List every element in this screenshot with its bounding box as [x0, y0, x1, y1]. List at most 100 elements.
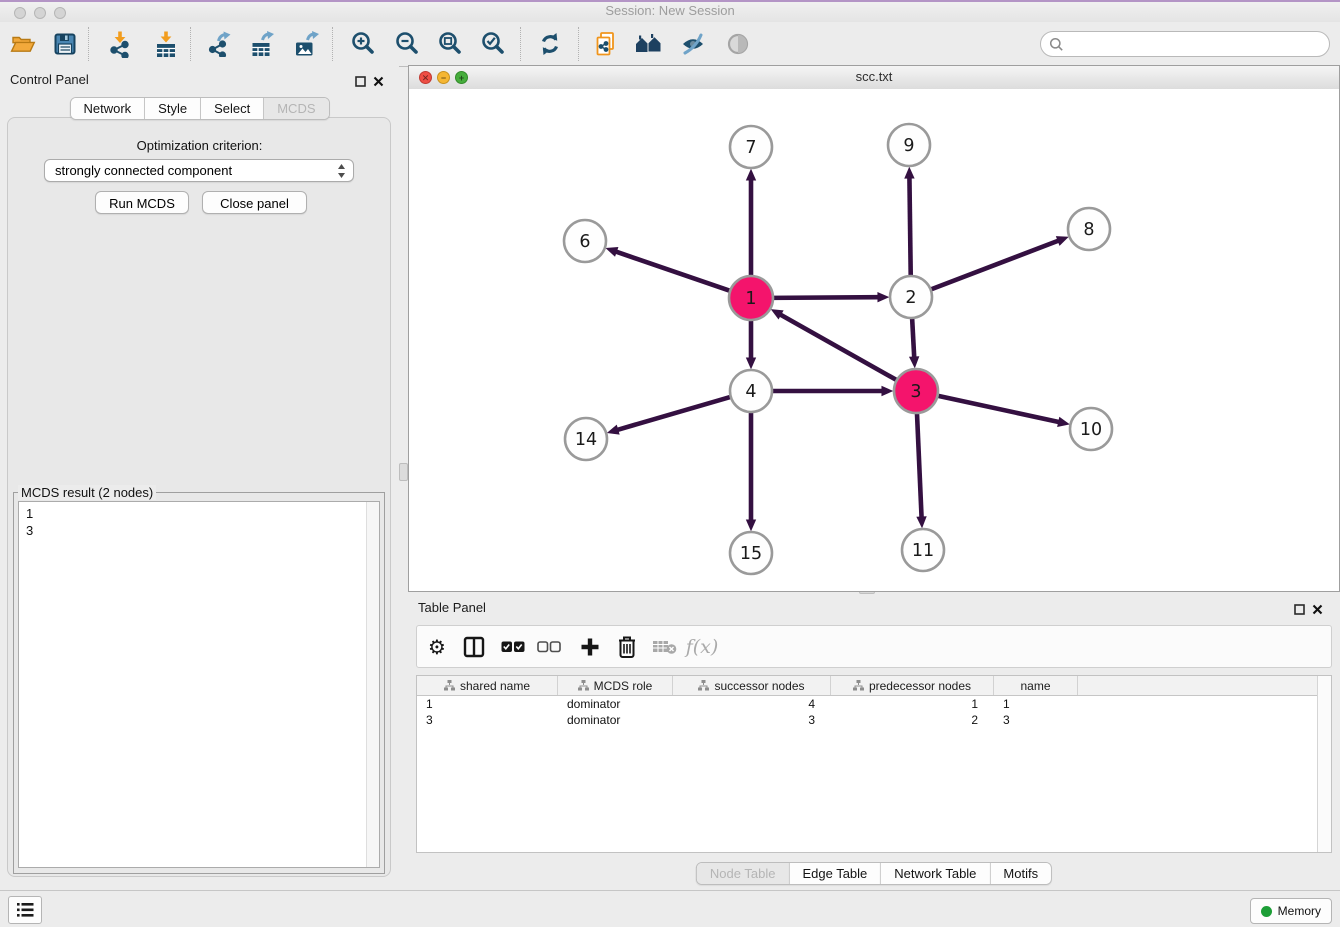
tab-mcds[interactable]: MCDS: [264, 98, 328, 119]
table-settings-button[interactable]: ⚙: [423, 626, 451, 667]
tab-node-table[interactable]: Node Table: [697, 863, 790, 884]
unselect-all-button[interactable]: [535, 626, 563, 667]
toolbar-separator: [88, 27, 89, 61]
toolbar-search: [1040, 31, 1330, 57]
edge-1-6[interactable]: [616, 252, 731, 291]
tab-motifs[interactable]: Motifs: [990, 863, 1051, 884]
edge-3-11[interactable]: [917, 412, 922, 517]
zoom-fit-button[interactable]: [436, 30, 464, 58]
window-close-icon[interactable]: [14, 7, 26, 19]
bird-view-eye-icon: [725, 31, 751, 57]
network-close-icon[interactable]: ✕: [419, 71, 432, 84]
column-header-name[interactable]: name: [994, 676, 1078, 695]
delete-row-button[interactable]: [613, 626, 641, 667]
export-image-icon: [293, 31, 319, 57]
task-history-button[interactable]: [8, 896, 42, 924]
window-zoom-icon[interactable]: [54, 7, 66, 19]
edge-3-10[interactable]: [937, 395, 1059, 422]
criterion-select[interactable]: strongly connected component: [44, 159, 354, 182]
run-mcds-button[interactable]: Run MCDS: [95, 191, 189, 214]
duplicate-network-button[interactable]: [592, 30, 620, 58]
node-table: shared nameMCDS rolesuccessor nodesprede…: [416, 675, 1332, 853]
refresh-icon: [537, 31, 563, 57]
column-header-predecessor-nodes[interactable]: predecessor nodes: [831, 676, 994, 695]
network-minimize-icon[interactable]: −: [437, 71, 450, 84]
zoom-selected-button[interactable]: [479, 30, 507, 58]
network-maximize-icon[interactable]: +: [455, 71, 468, 84]
table-scrollbar[interactable]: [1317, 676, 1331, 852]
duplicate-network-icon: [593, 31, 619, 57]
close-table-panel-icon[interactable]: [1312, 602, 1326, 614]
function-builder-button[interactable]: f(x): [688, 626, 716, 667]
network-graph: 7968124314101511: [409, 89, 1339, 591]
tab-network-table[interactable]: Network Table: [881, 863, 990, 884]
hide-graphics-details-button[interactable]: [679, 30, 707, 58]
zoom-in-button[interactable]: [349, 30, 377, 58]
node-label-1: 1: [745, 289, 756, 309]
mcds-result-scrollbar[interactable]: [366, 502, 379, 867]
select-all-button[interactable]: [499, 626, 527, 667]
column-header-successor-nodes[interactable]: successor nodes: [673, 676, 831, 695]
network-canvas[interactable]: 7968124314101511: [409, 89, 1339, 591]
node-label-14: 14: [575, 430, 597, 450]
tab-select[interactable]: Select: [201, 98, 264, 119]
refresh-view-button[interactable]: [536, 30, 564, 58]
edge-1-2[interactable]: [772, 297, 878, 298]
mcds-result-box[interactable]: 13: [18, 501, 380, 868]
table-cell: 4: [673, 696, 831, 712]
add-row-button[interactable]: [576, 626, 604, 667]
search-input[interactable]: [1068, 36, 1329, 53]
memory-label: Memory: [1278, 904, 1321, 918]
tab-edge-table[interactable]: Edge Table: [789, 863, 881, 884]
import-table-button[interactable]: [152, 30, 180, 58]
close-panel-icon[interactable]: [373, 74, 387, 86]
float-table-panel-icon[interactable]: [1294, 602, 1308, 614]
home-button[interactable]: [635, 30, 663, 58]
mcds-result-legend: MCDS result (2 nodes): [18, 485, 156, 500]
zoom-out-icon: [394, 31, 420, 57]
tab-style[interactable]: Style: [145, 98, 201, 119]
export-table-button[interactable]: [248, 30, 276, 58]
toggle-bird-view-button[interactable]: [724, 30, 752, 58]
node-label-6: 6: [579, 232, 590, 252]
app-titlebar: Session: New Session: [0, 0, 1340, 23]
edge-2-3[interactable]: [912, 317, 914, 357]
edge-3-1[interactable]: [781, 315, 898, 381]
trash-icon: [616, 635, 638, 659]
tab-network[interactable]: Network: [70, 98, 145, 119]
network-view-window: ✕ − + scc.txt 7968124314101511: [408, 65, 1340, 592]
export-image-button[interactable]: [292, 30, 320, 58]
control-panel-title: Control Panel: [10, 72, 89, 87]
edge-4-14[interactable]: [618, 397, 732, 430]
import-network-button[interactable]: [106, 30, 134, 58]
open-session-button[interactable]: [9, 30, 37, 58]
float-panel-icon[interactable]: [355, 74, 369, 86]
close-panel-button[interactable]: Close panel: [202, 191, 307, 214]
node-label-11: 11: [912, 541, 934, 561]
toolbar-separator: [520, 27, 521, 61]
table-cell: 1: [994, 696, 1078, 712]
select-stepper-icon: [337, 163, 346, 185]
main-toolbar: [0, 22, 1340, 67]
toolbar-separator: [190, 27, 191, 61]
zoom-out-button[interactable]: [393, 30, 421, 58]
column-header-MCDS-role[interactable]: MCDS role: [558, 676, 673, 695]
show-columns-button[interactable]: [460, 626, 488, 667]
export-network-button[interactable]: [205, 30, 233, 58]
vertical-splitter-handle[interactable]: [399, 463, 408, 481]
app-title: Session: New Session: [0, 0, 1340, 22]
memory-button[interactable]: Memory: [1250, 898, 1332, 924]
mcds-result-lines: 13: [26, 505, 33, 539]
window-minimize-icon[interactable]: [34, 7, 46, 19]
table-cell: 3: [994, 712, 1078, 728]
network-window-titlebar[interactable]: ✕ − + scc.txt: [409, 66, 1339, 90]
edge-2-9[interactable]: [909, 178, 910, 277]
edge-2-8[interactable]: [930, 241, 1058, 290]
delete-table-button[interactable]: [651, 626, 679, 667]
mcds-result-line: 1: [26, 505, 33, 522]
task-list-icon: [15, 901, 35, 919]
save-session-button[interactable]: [51, 30, 79, 58]
table-row[interactable]: 1dominator411: [417, 696, 1331, 712]
table-row[interactable]: 3dominator323: [417, 712, 1331, 728]
column-header-shared-name[interactable]: shared name: [417, 676, 558, 695]
